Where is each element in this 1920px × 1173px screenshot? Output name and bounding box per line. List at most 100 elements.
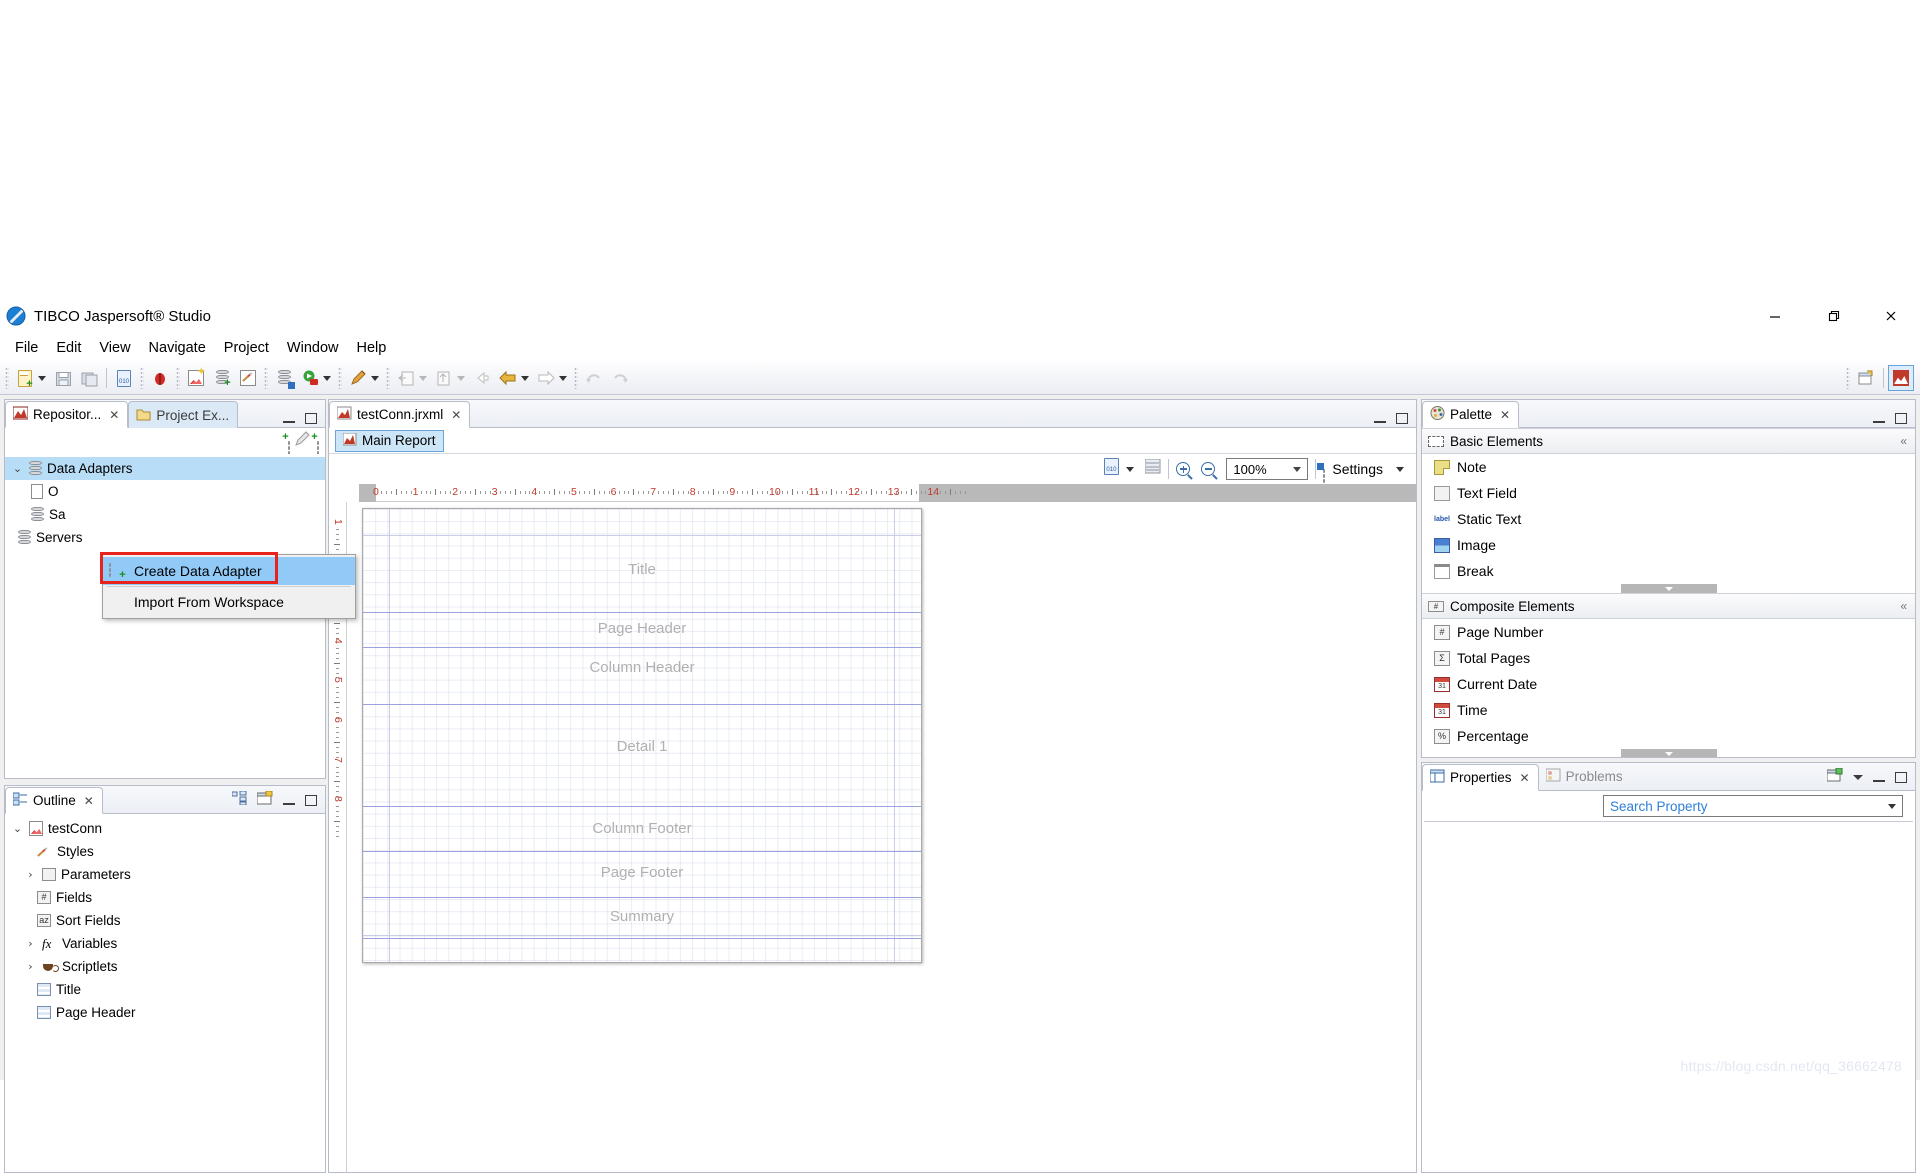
outline-item-styles[interactable]: Styles: [5, 840, 325, 863]
outline-item-testconn[interactable]: ⌄ testConn: [5, 817, 325, 840]
menu-item-create-data-adapter[interactable]: Create Data Adapter: [103, 557, 355, 585]
properties-view-icon[interactable]: [256, 790, 273, 810]
collapse-icon[interactable]: «: [1900, 599, 1907, 613]
band-page-footer[interactable]: Page Footer: [363, 852, 921, 898]
minimize-icon[interactable]: [1374, 414, 1386, 423]
tree-item-data-adapters[interactable]: ⌄ Data Adapters: [5, 457, 325, 480]
tab-outline[interactable]: Outline ✕: [5, 787, 103, 814]
maximize-icon[interactable]: [305, 795, 317, 806]
palette-item-break[interactable]: Break: [1422, 558, 1915, 584]
zoom-in-icon[interactable]: [1176, 462, 1191, 476]
maximize-icon[interactable]: [305, 413, 317, 424]
dataset-dropdown-icon[interactable]: [1126, 466, 1135, 472]
chevron-down-icon[interactable]: [1293, 466, 1302, 472]
report-perspective-icon[interactable]: [1888, 365, 1914, 391]
toolbar-grip-3[interactable]: [176, 367, 180, 389]
toolbar-grip-2[interactable]: [140, 367, 144, 389]
menu-help[interactable]: Help: [348, 337, 396, 359]
tab-repository[interactable]: Repositor... ✕: [5, 401, 129, 428]
previous-dropdown-icon[interactable]: [521, 375, 529, 381]
new-datasource-icon[interactable]: [210, 366, 234, 390]
palette-content[interactable]: Basic Elements « Note Text Field label S…: [1422, 428, 1915, 757]
palette-item-page-number[interactable]: # Page Number: [1422, 619, 1915, 645]
outline-item-scriptlets[interactable]: › Scriptlets: [5, 955, 325, 978]
palette-group-basic-elements[interactable]: Basic Elements «: [1422, 428, 1915, 454]
compile-report-icon[interactable]: 010: [112, 366, 136, 390]
debug-icon[interactable]: [148, 366, 172, 390]
edit-icon[interactable]: [294, 430, 311, 452]
menu-project[interactable]: Project: [215, 337, 278, 359]
maximize-button[interactable]: [1804, 298, 1862, 334]
minimize-icon[interactable]: [1873, 773, 1885, 782]
minimize-icon[interactable]: [283, 796, 295, 805]
collapse-icon[interactable]: «: [1900, 434, 1907, 448]
minimize-icon[interactable]: [283, 414, 295, 423]
outline-item-fields[interactable]: # Fields: [5, 886, 325, 909]
undo-icon[interactable]: [582, 366, 606, 390]
toolbar-grip-8[interactable]: [1846, 367, 1850, 389]
menu-window[interactable]: Window: [278, 337, 348, 359]
band-summary[interactable]: Summary: [363, 898, 921, 939]
menu-file[interactable]: File: [6, 337, 47, 359]
band-column-footer[interactable]: Column Footer: [363, 807, 921, 852]
settings-button[interactable]: Settings: [1332, 461, 1383, 477]
palette-item-total-pages[interactable]: Σ Total Pages: [1422, 645, 1915, 671]
close-icon[interactable]: ✕: [451, 408, 461, 422]
forward-icon[interactable]: [534, 366, 558, 390]
chevron-right-icon[interactable]: ›: [24, 937, 37, 950]
tree-item-servers[interactable]: Servers: [5, 526, 325, 549]
toolbar-grip[interactable]: [5, 367, 9, 389]
zoom-out-icon[interactable]: [1201, 462, 1216, 476]
chevron-right-icon[interactable]: ›: [24, 868, 37, 881]
palette-item-time[interactable]: 31 Time: [1422, 697, 1915, 723]
palette-item-percentage[interactable]: % Percentage: [1422, 723, 1915, 749]
tab-project-explorer[interactable]: Project Ex...: [128, 401, 239, 428]
chevron-right-icon[interactable]: ›: [24, 960, 37, 973]
palette-item-current-date[interactable]: 31 Current Date: [1422, 671, 1915, 697]
tab-properties[interactable]: Properties ✕: [1422, 764, 1539, 791]
close-icon[interactable]: ✕: [109, 408, 119, 422]
back-icon[interactable]: [470, 366, 494, 390]
maximize-icon[interactable]: [1396, 413, 1408, 424]
band-title[interactable]: Title: [363, 535, 921, 613]
run-icon[interactable]: [298, 366, 322, 390]
outline-tree[interactable]: ⌄ testConn Styles › Parameters # Fields …: [5, 814, 325, 1172]
palette-scroll-down-composite[interactable]: [1422, 749, 1915, 757]
preview-icon[interactable]: [272, 366, 296, 390]
palette-item-image[interactable]: Image: [1422, 532, 1915, 558]
outline-item-sort-fields[interactable]: az Sort Fields: [5, 909, 325, 932]
report-page[interactable]: Title Page Header Column Header Detail 1…: [362, 508, 922, 963]
new-report-icon[interactable]: ✦: [184, 366, 208, 390]
report-canvas[interactable]: 01234567891011121314 12345678 Title: [329, 484, 1416, 1172]
toolbar-grip-7[interactable]: [574, 367, 578, 389]
maximize-icon[interactable]: [1895, 413, 1907, 424]
minimize-button[interactable]: [1746, 298, 1804, 334]
outline-item-page-header[interactable]: Page Header: [5, 1001, 325, 1024]
band-detail-1[interactable]: Detail 1: [363, 705, 921, 807]
save-all-icon[interactable]: [77, 366, 101, 390]
new-document-icon[interactable]: [13, 366, 37, 390]
dataset-icon[interactable]: 010: [1104, 458, 1120, 480]
tab-problems[interactable]: Problems: [1539, 763, 1631, 790]
edit-dropdown-icon[interactable]: [371, 375, 379, 381]
menu-navigate[interactable]: Navigate: [140, 337, 215, 359]
close-icon[interactable]: ✕: [1520, 771, 1530, 785]
properties-content[interactable]: [1422, 822, 1915, 1172]
tree-item-sample-db[interactable]: Sa: [5, 503, 325, 526]
save-icon[interactable]: [51, 366, 75, 390]
redo-icon[interactable]: [608, 366, 632, 390]
tab-palette[interactable]: Palette ✕: [1422, 401, 1520, 428]
new-view-icon[interactable]: [1826, 767, 1843, 787]
palette-group-composite-elements[interactable]: # Composite Elements «: [1422, 593, 1915, 619]
search-property-input[interactable]: Search Property: [1603, 795, 1903, 817]
open-perspective-icon[interactable]: [1854, 366, 1878, 390]
band-list-icon[interactable]: [1144, 458, 1161, 479]
toolbar-grip-5[interactable]: [338, 367, 342, 389]
export-dropdown-icon[interactable]: [419, 375, 427, 381]
zoom-level-select[interactable]: 100%: [1226, 458, 1309, 480]
chevron-down-icon[interactable]: [1888, 803, 1896, 809]
band-column-header[interactable]: Column Header: [363, 648, 921, 705]
chevron-down-icon[interactable]: ⌄: [11, 462, 24, 475]
edit-icon[interactable]: [346, 366, 370, 390]
new-document-dropdown-icon[interactable]: [38, 375, 46, 381]
